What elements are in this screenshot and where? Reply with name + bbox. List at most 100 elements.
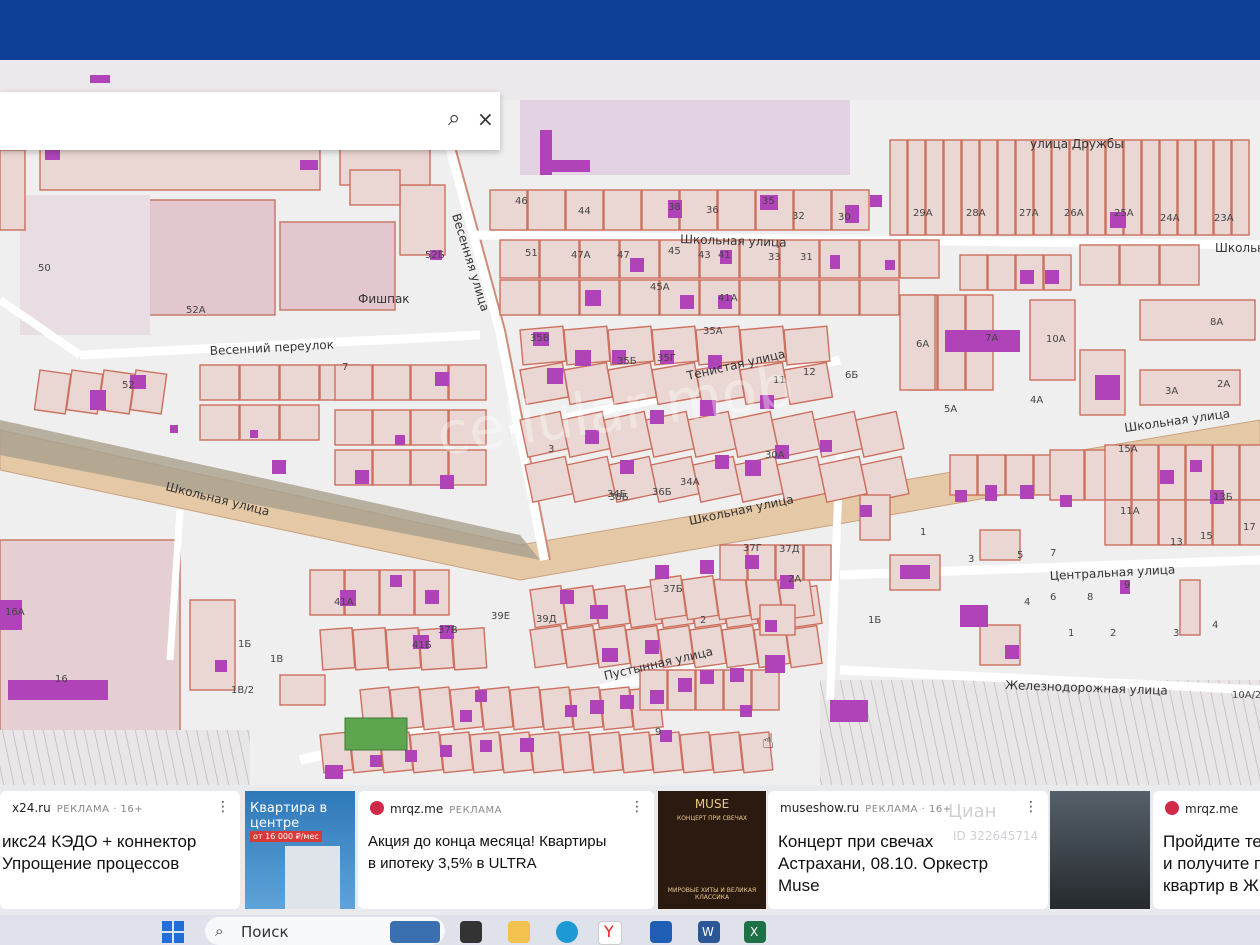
parcel[interactable] [859,239,900,279]
parcel[interactable] [1185,444,1213,501]
parcel[interactable] [239,404,280,441]
parcel[interactable] [679,731,714,774]
highlighted-parcel[interactable] [344,717,408,751]
parcel[interactable] [1141,139,1160,236]
parcel[interactable] [1239,444,1260,501]
ad-card[interactable]: mrqz.me РЕКЛАМА ⋮ Акция до конца месяца! … [358,791,654,909]
parcel[interactable] [33,369,72,415]
ad-card[interactable]: museshow.ru РЕКЛАМА · 16+ ⋮ Концерт при с… [768,791,1048,909]
parcel[interactable] [709,731,744,774]
parcel[interactable] [1033,139,1052,236]
parcel[interactable] [987,254,1016,291]
parcel[interactable] [319,627,356,671]
parcel[interactable] [199,404,240,441]
parcel[interactable] [793,189,832,231]
parcel[interactable] [779,279,820,316]
cadastral-map[interactable]: улица Дружбы Школьная улица Школьн Весен… [0,60,1260,790]
parcel[interactable] [399,184,446,256]
parcel[interactable] [352,627,389,671]
more-icon[interactable]: ⋮ [216,799,230,815]
parcel[interactable] [943,139,962,236]
store-icon[interactable] [650,921,672,943]
parcel[interactable] [499,279,540,316]
parcel[interactable] [239,364,280,401]
file-explorer-icon[interactable] [508,921,530,943]
windows-start-icon[interactable] [162,921,184,943]
parcel[interactable] [524,455,574,503]
parcel[interactable] [649,574,688,621]
search-icon[interactable]: ⌕ [448,106,460,131]
parcel[interactable] [1139,299,1256,341]
parcel[interactable] [603,189,642,231]
excel-icon[interactable]: X [744,921,766,943]
word-icon[interactable]: W [698,921,720,943]
parcel[interactable] [372,364,411,401]
parcel[interactable] [739,279,780,316]
ad-card[interactable]: mrqz.me Пройдите те и получите п квартир в… [1153,791,1260,909]
parcel[interactable] [1079,244,1120,286]
parcel[interactable] [997,139,1016,236]
parcel[interactable] [959,254,988,291]
parcel[interactable] [855,410,905,458]
parcel[interactable] [717,189,756,231]
parcel[interactable] [1179,579,1201,636]
parcel[interactable] [469,731,504,774]
parcel[interactable] [559,731,594,774]
parcel[interactable] [1212,499,1240,546]
parcel[interactable] [1119,244,1160,286]
parcel[interactable] [721,624,759,669]
more-icon[interactable]: ⋮ [630,799,644,815]
parcel[interactable] [334,409,373,446]
parcel[interactable] [509,686,544,731]
parcel[interactable] [279,404,320,441]
parcel[interactable] [309,569,345,616]
parcel[interactable] [527,189,566,231]
parcel[interactable] [899,239,940,279]
parcel[interactable] [949,454,978,496]
parcel[interactable] [279,364,320,401]
parcel[interactable] [0,149,26,231]
parcel[interactable] [925,139,944,236]
ad-card[interactable]: x24.ru РЕКЛАМА · 16+ ⋮ икс24 КЭДО + конне… [0,791,240,909]
parcel[interactable] [889,139,908,236]
parcel[interactable] [561,624,599,669]
more-icon[interactable]: ⋮ [1024,799,1038,815]
parcel[interactable] [1069,139,1088,236]
parcel[interactable] [1159,244,1200,286]
parcel[interactable] [1177,139,1196,236]
parcel[interactable] [1015,139,1034,236]
parcel[interactable] [713,574,752,621]
parcel[interactable] [539,279,580,316]
parcel[interactable] [1195,139,1214,236]
parcel[interactable] [859,279,900,316]
widget-icon[interactable] [390,921,440,943]
parcel[interactable] [1123,139,1142,236]
map-search-bar[interactable]: ⌕ × [0,92,500,150]
parcel[interactable] [681,574,720,621]
ad-banner[interactable]: MUSE КОНЦЕРТ ПРИ СВЕЧАХ МИРОВЫЕ ХИТЫ И В… [658,791,766,909]
task-view-icon[interactable] [460,921,482,943]
parcel[interactable] [979,529,1021,561]
parcel[interactable] [529,624,567,669]
parcel[interactable] [349,169,401,206]
edge-icon[interactable] [556,921,578,943]
parcel[interactable] [1087,139,1106,236]
parcel[interactable] [529,731,564,774]
parcel[interactable] [859,494,891,541]
parcel[interactable] [803,544,832,581]
parcel[interactable] [1231,139,1250,236]
close-icon[interactable]: × [477,107,494,131]
parcel[interactable] [499,239,540,279]
parcel[interactable] [334,364,373,401]
ad-banner[interactable] [1050,791,1150,909]
ad-banner[interactable]: Квартира в центре от 16 000 ₽/мес [245,791,355,909]
parcel[interactable] [372,449,411,486]
parcel[interactable] [783,325,831,366]
parcel[interactable] [751,669,780,711]
yandex-browser-icon[interactable]: Y [598,921,622,945]
parcel[interactable] [189,599,236,691]
parcel[interactable] [1051,139,1070,236]
parcel[interactable] [619,731,654,774]
parcel[interactable] [961,139,980,236]
parcel[interactable] [589,731,624,774]
